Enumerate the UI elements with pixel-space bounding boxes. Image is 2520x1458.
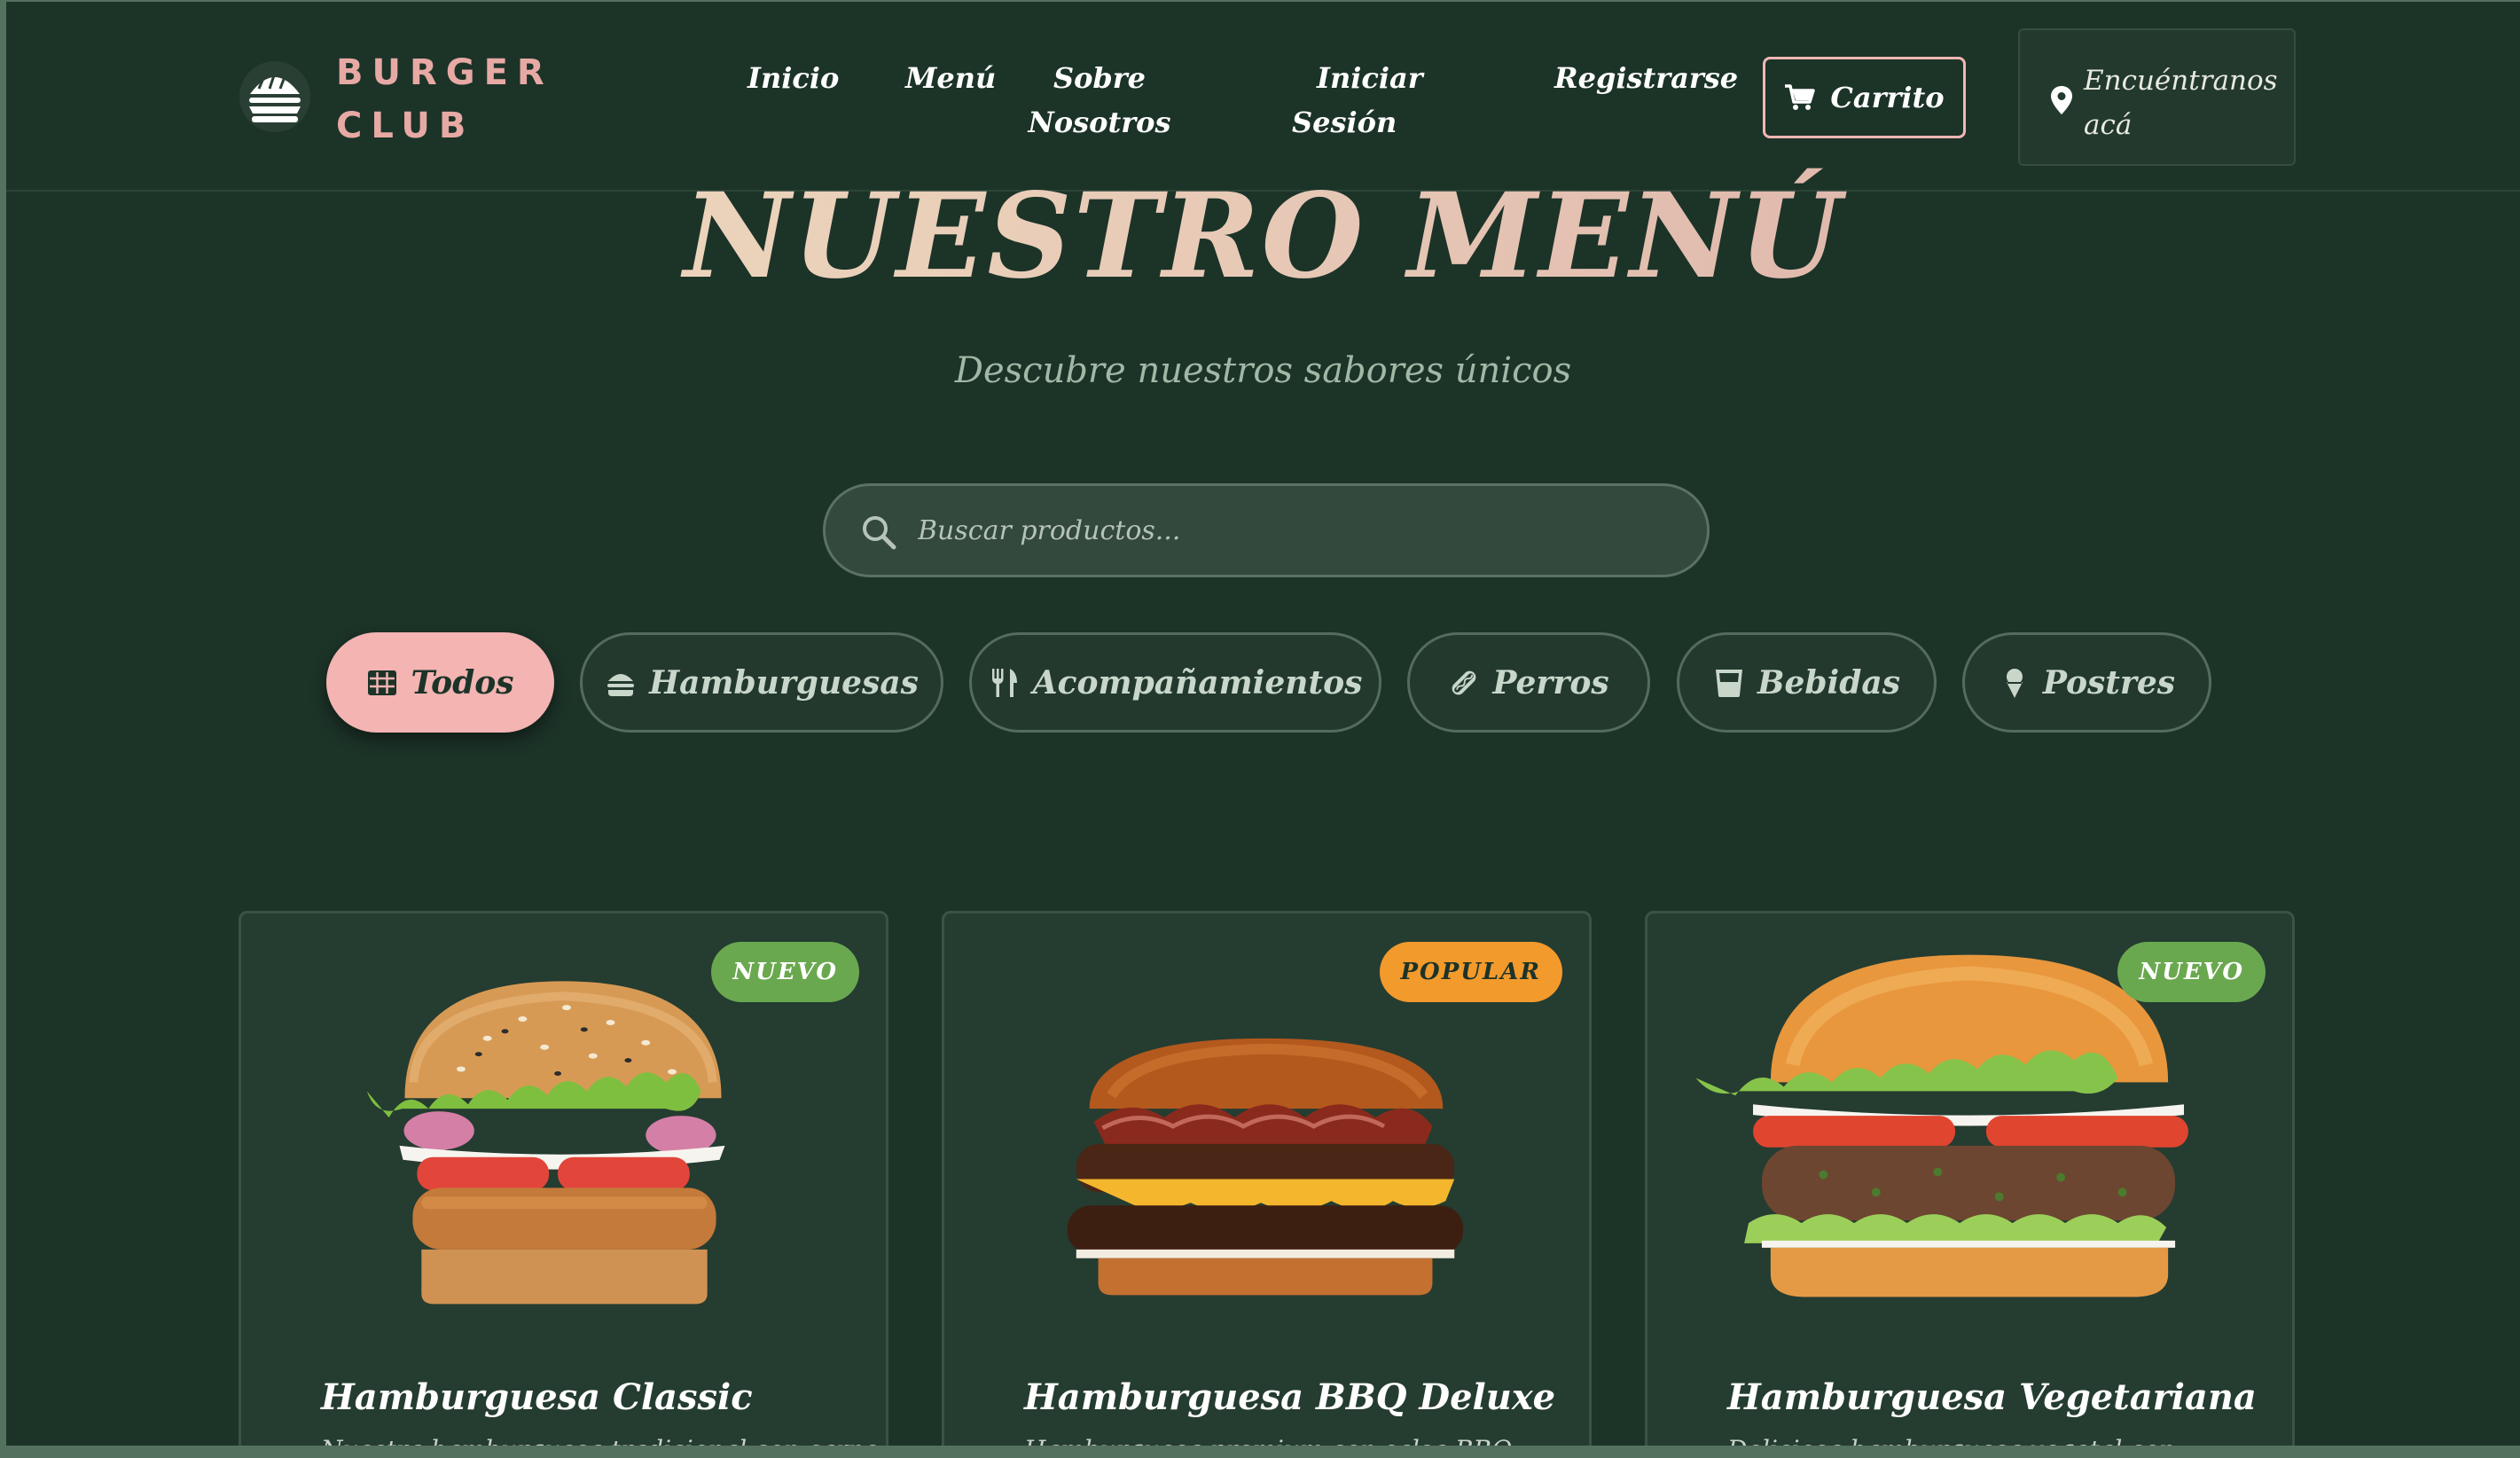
product-description: Hamburguesa premium con salsa BBQ <box>1024 1432 1512 1446</box>
brand-line-2: CLUB <box>336 106 475 146</box>
category-label: Perros <box>1492 663 1609 702</box>
product-badge: NUEVO <box>711 942 859 1002</box>
nav-iniciar-line-2: Sesión <box>1292 106 1397 139</box>
product-title: Hamburguesa Vegetariana <box>1727 1376 2257 1418</box>
nav-iniciar-line-1: Iniciar <box>1317 61 1423 95</box>
category-bebidas[interactable]: Bebidas <box>1677 632 1937 733</box>
nav-sobre-line-2: Nosotros <box>1028 106 1171 139</box>
find-us-line-2: acá <box>2084 109 2133 141</box>
nav-sobre-nosotros[interactable]: Sobre Nosotros <box>1024 56 1175 145</box>
product-title: Hamburguesa BBQ Deluxe <box>1024 1376 1556 1418</box>
category-postres[interactable]: Postres <box>1962 632 2211 733</box>
map-pin-icon <box>2051 86 2072 114</box>
page: BURGER CLUB Inicio Menú Sobre Nosotros I… <box>6 2 2520 1446</box>
product-card[interactable]: NUEVO Hamburguesa Classic Nuestra hambur… <box>239 911 888 1446</box>
utensils-icon <box>991 668 1017 697</box>
page-title: NUESTRO MENÚ <box>6 166 2520 308</box>
cart-button[interactable]: Carrito <box>1763 57 1966 138</box>
hotdog-icon <box>1452 670 1476 694</box>
product-title: Hamburguesa Classic <box>321 1376 753 1418</box>
category-todos[interactable]: Todos <box>326 632 554 733</box>
category-acompanamientos[interactable]: Acompañamientos <box>969 632 1381 733</box>
nav-iniciar-sesion[interactable]: Iniciar Sesión <box>1283 56 1423 145</box>
logo-icon[interactable] <box>238 51 312 142</box>
product-badge: POPULAR <box>1379 942 1562 1002</box>
nav-menu[interactable]: Menú <box>905 56 996 100</box>
search-input[interactable] <box>918 504 1680 557</box>
cart-label: Carrito <box>1830 81 1945 114</box>
category-label: Acompañamientos <box>1032 663 1363 702</box>
find-us-line-1: Encuéntranos <box>2084 65 2278 97</box>
find-us-label: Encuéntranos acá <box>2084 59 2288 147</box>
glass-icon <box>1716 669 1743 697</box>
navbar: BURGER CLUB Inicio Menú Sobre Nosotros I… <box>6 2 2520 192</box>
nav-inicio[interactable]: Inicio <box>747 56 839 100</box>
cart-icon <box>1785 84 1816 110</box>
category-hamburguesas[interactable]: Hamburguesas <box>580 632 943 733</box>
grid-icon <box>368 670 397 695</box>
search-icon <box>863 516 896 550</box>
product-badge: NUEVO <box>2117 942 2266 1002</box>
product-description: Deliciosa hamburguesa vegetal con <box>1727 1432 2175 1446</box>
page-subtitle: Descubre nuestros sabores únicos <box>954 350 1572 391</box>
nav-registrarse[interactable]: Registrarse <box>1554 56 1738 100</box>
category-label: Hamburguesas <box>649 663 919 702</box>
brand-name[interactable]: BURGER CLUB <box>336 46 553 153</box>
find-us-button[interactable]: Encuéntranos acá <box>2018 28 2296 166</box>
product-description: Nuestra hamburguesa tradicional con carn… <box>321 1432 879 1446</box>
category-label: Todos <box>411 663 514 702</box>
category-perros[interactable]: Perros <box>1407 632 1650 733</box>
product-card[interactable]: POPULAR Hamburguesa BBQ Deluxe Hamburgue… <box>942 911 1592 1446</box>
nav-sobre-line-1: Sobre <box>1053 61 1147 95</box>
burger-icon <box>607 673 635 696</box>
category-label: Bebidas <box>1757 663 1900 702</box>
brand-line-1: BURGER <box>336 52 553 93</box>
product-card[interactable]: NUEVO Hamburguesa Vegetariana Deliciosa … <box>1645 911 2295 1446</box>
search-bar[interactable] <box>823 483 1710 577</box>
category-label: Postres <box>2042 663 2176 702</box>
icecream-icon <box>2006 668 2023 698</box>
